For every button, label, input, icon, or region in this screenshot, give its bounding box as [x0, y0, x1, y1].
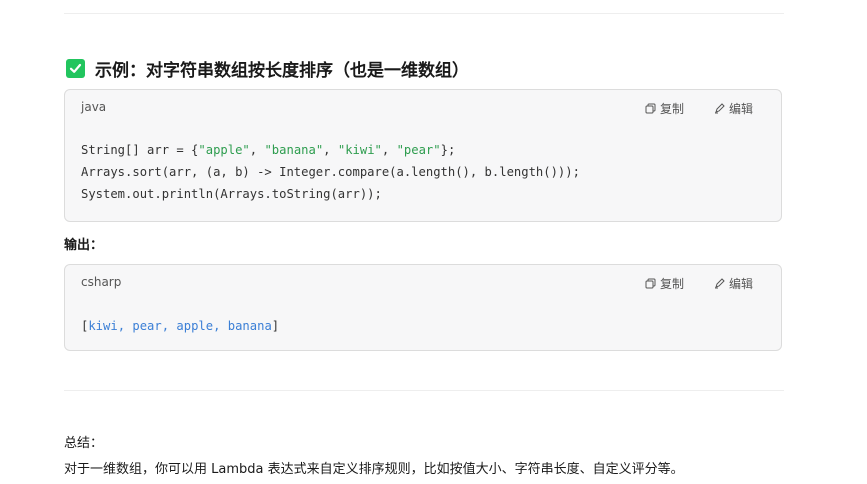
code-text: }; [440, 143, 456, 157]
copy-button-label: 复制 [659, 277, 684, 291]
code-output: kiwi, pear, apple, banana [88, 319, 272, 333]
code-block-java: java 复制 编辑 String[] arr = {"apple", "ban… [64, 89, 782, 222]
top-divider [64, 13, 784, 14]
edit-icon [714, 103, 725, 114]
code-string: "banana" [264, 143, 324, 157]
code-line: [kiwi, pear, apple, banana] [81, 315, 279, 337]
code-string: "pear" [396, 143, 441, 157]
code-text: String[] arr = { [81, 143, 199, 157]
output-label: 输出： [64, 238, 104, 253]
copy-button-label: 复制 [659, 102, 684, 116]
code-text: System.out.println(Arrays.toString(arr))… [81, 187, 382, 201]
code-text: Arrays.sort(arr, (a, b) -> Integer.compa… [81, 165, 580, 179]
summary-title: 总结： [64, 436, 104, 451]
code-content: [kiwi, pear, apple, banana] [81, 315, 279, 337]
copy-icon [645, 278, 656, 289]
edit-button[interactable]: 编辑 [714, 100, 753, 117]
summary-text: 对于一维数组，你可以用 Lambda 表达式来自定义排序规则，比如按值大小、字符… [64, 462, 684, 477]
code-block-output: csharp 复制 编辑 [kiwi, pear, apple, banana] [64, 264, 782, 351]
code-line: String[] arr = {"apple", "banana", "kiwi… [81, 139, 580, 161]
section-heading: 示例：对字符串数组按长度排序（也是一维数组） [66, 56, 469, 81]
checkmark-icon [66, 58, 85, 78]
edit-button-label: 编辑 [728, 102, 753, 116]
code-line: System.out.println(Arrays.toString(arr))… [81, 183, 580, 205]
copy-button[interactable]: 复制 [645, 275, 684, 292]
copy-icon [645, 103, 656, 114]
section-divider [64, 390, 784, 391]
code-text: , [323, 143, 338, 157]
code-language-label: java [81, 100, 107, 114]
section-heading-text: 示例：对字符串数组按长度排序（也是一维数组） [95, 60, 469, 81]
edit-button[interactable]: 编辑 [714, 275, 753, 292]
code-text: ] [271, 319, 280, 333]
code-line: Arrays.sort(arr, (a, b) -> Integer.compa… [81, 161, 580, 183]
code-text: , [381, 143, 397, 157]
code-content: String[] arr = {"apple", "banana", "kiwi… [81, 139, 580, 205]
code-string: "kiwi" [337, 143, 382, 157]
code-string: "apple" [198, 143, 250, 157]
edit-icon [714, 278, 725, 289]
edit-button-label: 编辑 [728, 277, 753, 291]
code-language-label: csharp [81, 275, 122, 289]
code-text: , [249, 143, 265, 157]
copy-button[interactable]: 复制 [645, 100, 684, 117]
